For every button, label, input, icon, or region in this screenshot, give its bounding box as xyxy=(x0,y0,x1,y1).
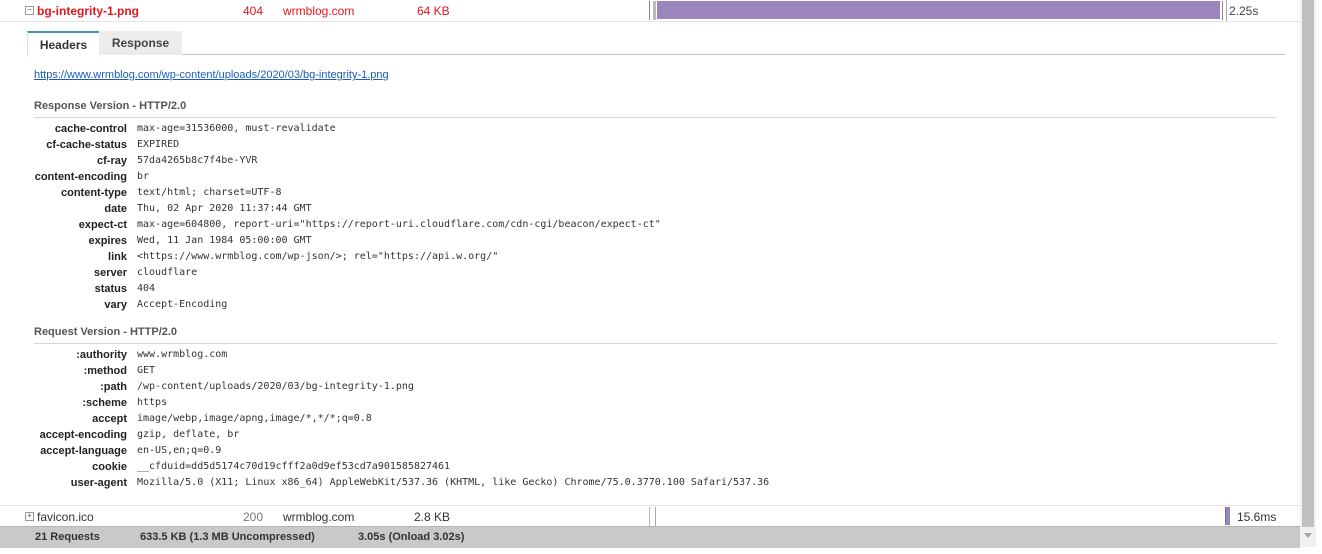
header-row: vary Accept-Encoding xyxy=(104,299,228,311)
response-version-title: Response Version - HTTP/2.0 xyxy=(34,100,187,112)
request-row-favicon[interactable]: + favicon.ico 200 wrmblog.com 2.8 KB 15.… xyxy=(0,505,1300,528)
header-row: :authority www.wrmblog.com xyxy=(76,349,228,361)
timeline-marker xyxy=(649,1,650,20)
request-domain: wrmblog.com xyxy=(283,4,355,18)
header-row: link <https://www.wrmblog.com/wp-json/>; … xyxy=(108,251,499,263)
timeline-marker xyxy=(653,1,656,20)
scroll-down-arrow-icon[interactable] xyxy=(1304,533,1312,538)
header-row: :scheme https xyxy=(82,397,168,409)
request-row-bg-integrity[interactable]: − bg-integrity-1.png 404 wrmblog.com 64 … xyxy=(0,0,1300,22)
request-size: 64 KB xyxy=(417,4,450,18)
request-details-panel: Headers Response https://www.wrmblog.com… xyxy=(27,29,1285,499)
request-domain: wrmblog.com xyxy=(283,510,355,524)
request-name: favicon.ico xyxy=(37,510,94,524)
scrollbar-thumb[interactable] xyxy=(1302,0,1314,527)
header-row: :method GET xyxy=(83,365,156,377)
header-row: expect-ct max-age=604800, report-uri="htt… xyxy=(78,219,661,231)
summary-status-bar: 21 Requests 633.5 KB (1.3 MB Uncompresse… xyxy=(0,526,1300,548)
header-row: expires Wed, 11 Jan 1984 05:00:00 GMT xyxy=(88,235,312,247)
request-time: 2.25s xyxy=(1229,4,1259,18)
total-time: 3.05s (Onload 3.02s) xyxy=(358,531,465,543)
tab-headers[interactable]: Headers xyxy=(27,31,100,57)
header-row: content-type text/html; charset=UTF-8 xyxy=(61,187,282,199)
expand-toggle-icon[interactable]: + xyxy=(25,512,34,521)
timeline-marker xyxy=(655,507,656,526)
header-row: cache-control max-age=31536000, must-reva… xyxy=(54,123,336,135)
request-size: 2.8 KB xyxy=(414,510,451,524)
total-size: 633.5 KB (1.3 MB Uncompressed) xyxy=(140,531,315,543)
request-url-link[interactable]: https://www.wrmblog.com/wp-content/uploa… xyxy=(34,69,389,81)
request-status: 200 xyxy=(243,510,264,524)
header-row: content-encoding br xyxy=(34,171,150,183)
tab-response[interactable]: Response xyxy=(99,31,182,55)
header-row: server cloudflare xyxy=(93,267,198,279)
header-row: user-agent Mozilla/5.0 (X11; Linux x86_64… xyxy=(70,477,770,489)
timeline-marker xyxy=(649,507,650,526)
details-tabs: Headers Response xyxy=(27,29,1285,57)
request-name: bg-integrity-1.png xyxy=(37,4,139,18)
request-count: 21 Requests xyxy=(35,531,100,543)
header-row: status 404 xyxy=(94,283,156,295)
header-row: accept-encoding gzip, deflate, br xyxy=(39,429,240,441)
timeline-marker xyxy=(1222,1,1223,20)
collapse-toggle-icon[interactable]: − xyxy=(25,6,34,15)
timeline-marker xyxy=(1226,0,1227,21)
header-row: accept image/webp,image/apng,image/*,*/*;… xyxy=(92,413,372,425)
request-time: 15.6ms xyxy=(1237,510,1277,524)
header-row: cf-ray 57da4265b8c7f4be-YVR xyxy=(97,155,258,167)
header-row: date Thu, 02 Apr 2020 11:37:44 GMT xyxy=(104,203,312,215)
header-row: :path/wp-content/uploads/2020/03/bg-inte… xyxy=(100,381,414,393)
request-status: 404 xyxy=(243,4,264,18)
section-divider xyxy=(34,117,1277,118)
header-row: cf-cache-status EXPIRED xyxy=(46,139,180,151)
timeline-bar xyxy=(657,1,1220,19)
request-version-title: Request Version - HTTP/2.0 xyxy=(34,326,178,338)
header-row: cookie __cfduid=dd5d5174c70d19cfff2a0d9ef… xyxy=(92,461,451,473)
timeline-bar xyxy=(1225,507,1230,525)
header-row: accept-language en-US,en;q=0.9 xyxy=(40,445,222,457)
section-divider xyxy=(34,343,1277,344)
